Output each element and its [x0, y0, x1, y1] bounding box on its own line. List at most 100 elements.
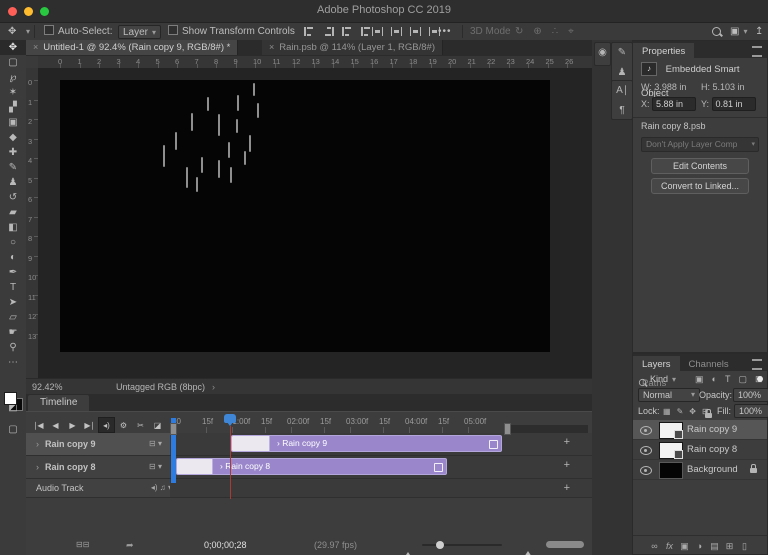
screen-mode[interactable]: ▢: [0, 422, 26, 437]
align-right-edges-icon[interactable]: [342, 26, 353, 36]
path-selection-tool[interactable]: ➤: [0, 295, 26, 310]
audio-playback-button[interactable]: ◂): [98, 417, 115, 433]
move-tool[interactable]: ✥: [0, 40, 26, 55]
layer-row[interactable]: Background: [633, 460, 767, 480]
shape-layer-filter-icon[interactable]: ▢: [738, 374, 747, 384]
x-position-field[interactable]: 5.88 in: [652, 97, 697, 111]
distribute-right-edges-icon[interactable]: [410, 26, 421, 36]
brush-settings-panel-icon[interactable]: ✎: [612, 43, 632, 63]
add-media-button[interactable]: +: [564, 436, 570, 448]
distribute-left-edges-icon[interactable]: [372, 26, 383, 36]
work-area-start-handle[interactable]: [170, 423, 177, 435]
layer-visibility-eye-icon[interactable]: [640, 466, 652, 475]
show-transform-controls-checkbox[interactable]: Show Transform Controls: [168, 25, 295, 38]
status-chevron-icon[interactable]: ›: [212, 382, 215, 392]
add-layer-mask-icon[interactable]: ▣: [677, 541, 692, 552]
type-layer-filter-icon[interactable]: T: [725, 374, 731, 384]
workspace-switcher-icon[interactable]: ▣ ▾: [730, 25, 747, 38]
track-options-icon[interactable]: ⊟ ▾: [149, 433, 162, 455]
add-media-button[interactable]: +: [564, 459, 570, 471]
convert-to-linked-button[interactable]: Convert to Linked...: [651, 178, 749, 194]
orbit-3d-icon[interactable]: ↻: [515, 25, 523, 38]
clip-settings-icon[interactable]: [489, 440, 498, 449]
frame-rate-icon[interactable]: ⊟⊟: [76, 540, 89, 549]
hand-tool[interactable]: ☛: [0, 325, 26, 340]
timeline-horizontal-scrollbar[interactable]: [546, 541, 584, 548]
clip-settings-icon[interactable]: [434, 463, 443, 472]
dodge-tool[interactable]: ◐: [0, 250, 26, 265]
lock-image-pixels-icon[interactable]: ✎: [677, 407, 684, 416]
crop-tool[interactable]: ▞: [0, 100, 26, 115]
play-button[interactable]: ▶: [64, 418, 81, 434]
layer-row[interactable]: Rain copy 8: [633, 440, 767, 460]
paragraph-panel-icon[interactable]: ¶: [612, 101, 632, 121]
y-position-field[interactable]: 0.81 in: [711, 97, 756, 111]
next-frame-button[interactable]: ▶∣: [81, 418, 98, 434]
timeline-zoom-slider[interactable]: [422, 541, 502, 549]
foreground-color-swatch[interactable]: [4, 392, 17, 405]
zoom-tool[interactable]: ⚲: [0, 340, 26, 355]
blend-mode-dropdown[interactable]: Normal ▾: [638, 388, 700, 402]
new-layer-icon[interactable]: ⊞: [722, 541, 737, 552]
gradient-tool[interactable]: ◧: [0, 220, 26, 235]
delete-layer-icon[interactable]: ▯: [737, 541, 752, 552]
character-panel-icon[interactable]: A∣: [612, 81, 632, 101]
filter-type-dropdown[interactable]: Kind ▾: [650, 371, 676, 388]
filter-toggle-icon[interactable]: [757, 376, 763, 382]
layer-row[interactable]: Rain copy 9: [633, 420, 767, 440]
edit-toolbar[interactable]: ⋯: [0, 355, 26, 370]
zoom-out-timeline-icon[interactable]: [404, 542, 412, 555]
checkbox-icon[interactable]: [168, 25, 178, 35]
lasso-tool[interactable]: ℘: [0, 70, 26, 85]
pixel-layer-filter-icon[interactable]: ▣: [695, 374, 704, 384]
timeline-zoom-slider-thumb[interactable]: [436, 541, 444, 549]
audio-track-options-icon[interactable]: ◂) ♫ ▾: [151, 479, 172, 497]
zoom-in-timeline-icon[interactable]: [524, 541, 532, 555]
timeline-clip[interactable]: › Rain copy 9: [231, 435, 502, 452]
collapsed-panel-icon[interactable]: ◉: [595, 43, 610, 63]
track-header-1[interactable]: › Rain copy 9 ⊟ ▾: [26, 433, 170, 456]
opacity-dropdown[interactable]: 100%▾: [733, 388, 768, 411]
frame-tool[interactable]: ▣: [0, 115, 26, 130]
lock-position-icon[interactable]: ✥: [689, 407, 696, 416]
panel-menu-icon[interactable]: [752, 46, 762, 57]
dolly-3d-icon[interactable]: ∴: [552, 25, 558, 38]
layer-visibility-eye-icon[interactable]: [640, 426, 652, 435]
panel-menu-icon[interactable]: [752, 359, 762, 370]
eyedropper-tool[interactable]: ◆: [0, 130, 26, 145]
lock-transparent-pixels-icon[interactable]: ▦: [663, 407, 671, 416]
timeline-clip[interactable]: › Rain copy 8: [176, 458, 447, 475]
shape-tool[interactable]: ▱: [0, 310, 26, 325]
zoom-level-field[interactable]: 92.42%: [32, 382, 63, 392]
split-at-playhead-button[interactable]: ✂: [132, 418, 149, 434]
pen-tool[interactable]: ✒: [0, 265, 26, 280]
layer-comp-dropdown[interactable]: Don't Apply Layer Comp ▾: [641, 137, 759, 152]
eraser-tool[interactable]: ▰: [0, 205, 26, 220]
history-brush-tool[interactable]: ↺: [0, 190, 26, 205]
new-group-icon[interactable]: ▤: [707, 541, 722, 552]
timeline-settings-button[interactable]: ⚙: [115, 418, 132, 434]
tool-preset-chevron-icon[interactable]: ▾: [26, 25, 30, 38]
align-horizontal-centers-icon[interactable]: [323, 26, 334, 36]
work-area-end-handle[interactable]: [504, 423, 511, 435]
close-tab-icon[interactable]: ×: [269, 42, 274, 52]
clone-stamp-tool[interactable]: ♟: [0, 175, 26, 190]
rectangular-marquee-tool[interactable]: ▢: [0, 55, 26, 70]
track-options-icon[interactable]: ⊟ ▾: [149, 456, 162, 478]
layer-styles-icon[interactable]: fx: [662, 541, 677, 551]
canvas[interactable]: [60, 80, 550, 352]
render-video-icon[interactable]: ➦: [126, 540, 134, 551]
auto-select-target-dropdown[interactable]: Layer ▾: [118, 25, 162, 39]
playhead[interactable]: [224, 414, 236, 426]
distribute-horizontal-centers-icon[interactable]: [391, 26, 402, 36]
camera-3d-icon[interactable]: ⌖: [568, 25, 574, 38]
type-tool[interactable]: T: [0, 280, 26, 295]
close-tab-icon[interactable]: ×: [33, 42, 38, 52]
link-layers-icon[interactable]: ∞: [647, 541, 662, 551]
fill-dropdown[interactable]: 100%▾: [734, 404, 768, 427]
auto-select-checkbox[interactable]: Auto-Select:: [44, 25, 112, 38]
pan-3d-icon[interactable]: ⊕: [533, 25, 541, 38]
more-align-options-button[interactable]: •••: [438, 25, 452, 38]
document-tab-2[interactable]: × Rain.psb @ 114% (Layer 1, RGB/8#): [262, 40, 443, 55]
transition-button[interactable]: ◪: [149, 418, 166, 434]
